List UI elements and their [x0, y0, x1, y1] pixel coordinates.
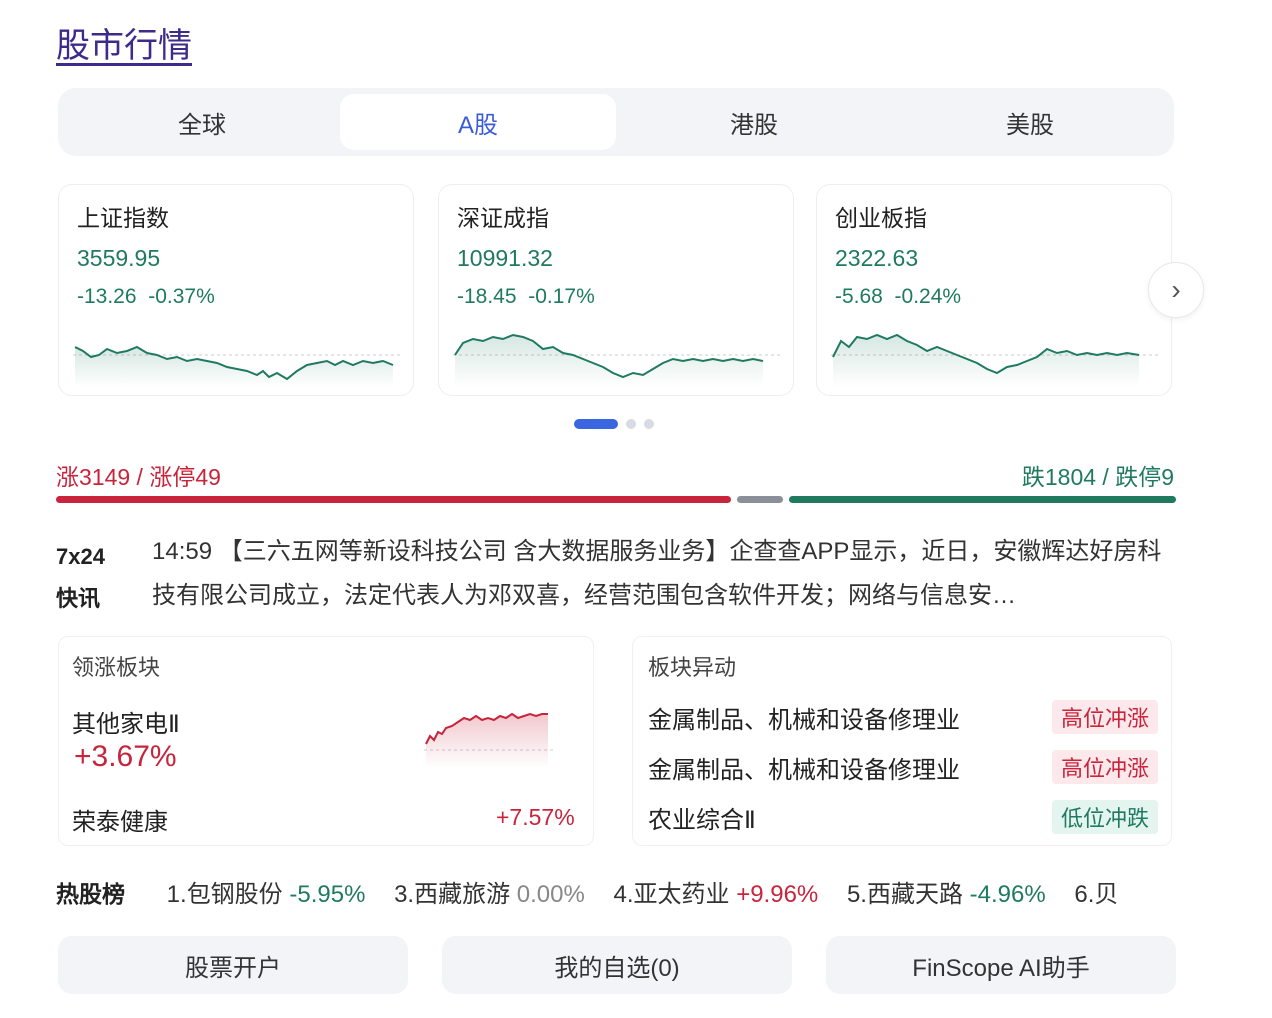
hot-stocks-label: 热股榜	[56, 881, 125, 907]
carousel-dot[interactable]	[574, 419, 618, 429]
sector-movement-title: 板块异动	[648, 655, 737, 680]
tab-us[interactable]: 美股	[892, 94, 1168, 150]
ai-assistant-button[interactable]: FinScope AI助手	[826, 936, 1176, 994]
index-name: 深证成指	[457, 205, 549, 231]
breadth-bar-flat	[737, 496, 783, 503]
leading-sector-sparkline	[424, 712, 554, 768]
carousel-indicator	[574, 419, 654, 429]
sparkline-sz	[453, 333, 783, 387]
tab-global[interactable]: 全球	[64, 94, 340, 150]
breadth-bar-down	[789, 496, 1176, 503]
hot-stock-item[interactable]: 3.西藏旅游 0.00%	[394, 874, 585, 909]
movement-sector-name[interactable]: 金属制品、机械和设备修理业	[648, 750, 960, 785]
page-title[interactable]: 股市行情	[56, 18, 192, 67]
index-change: -5.68 -0.24%	[835, 285, 962, 308]
news-ticker-text[interactable]: 14:59 【三六五网等新设科技公司 含大数据服务业务】企查查APP显示，近日，…	[152, 530, 1172, 618]
watchlist-button[interactable]: 我的自选(0)	[442, 936, 792, 994]
hot-stock-item[interactable]: 1.包钢股份 -5.95%	[167, 874, 366, 909]
index-value: 2322.63	[835, 245, 919, 271]
leading-sector-pct: +3.67%	[74, 740, 177, 773]
leading-sector-name: 其他家电Ⅱ	[72, 711, 180, 738]
chevron-right-icon: ›	[1171, 274, 1181, 305]
leading-sector-title: 领涨板块	[72, 655, 161, 680]
movement-tag: 低位冲跌	[1052, 800, 1158, 834]
sparkline-cyb	[831, 333, 1161, 387]
index-name: 创业板指	[835, 205, 927, 231]
breadth-bar-up	[56, 496, 731, 503]
hot-stock-item[interactable]: 4.亚太药业 +9.96%	[614, 874, 819, 909]
index-card-sh[interactable]: 上证指数 3559.95 -13.26 -0.37%	[58, 184, 414, 396]
hot-stock-item[interactable]: 6.贝	[1074, 874, 1118, 909]
decliners-count: 跌1804 / 跌停9	[1021, 464, 1174, 490]
index-value: 10991.32	[457, 245, 553, 271]
news-label: 7x24 快讯	[56, 544, 105, 611]
index-card-cyb[interactable]: 创业板指 2322.63 -5.68 -0.24%	[816, 184, 1172, 396]
tab-a-share[interactable]: A股	[340, 94, 616, 150]
index-change: -13.26 -0.37%	[77, 285, 215, 308]
movement-tag: 高位冲涨	[1052, 750, 1158, 784]
sparkline-sh	[73, 345, 403, 387]
carousel-dot[interactable]	[626, 419, 636, 429]
movement-tag: 高位冲涨	[1052, 700, 1158, 734]
advancers-count: 涨3149 / 涨停49	[56, 464, 221, 490]
tab-hk[interactable]: 港股	[616, 94, 892, 150]
market-tabs: 全球 A股 港股 美股	[58, 88, 1174, 156]
hot-stock-item[interactable]: 5.西藏天路 -4.96%	[847, 874, 1046, 909]
hot-stocks-ticker: 热股榜 1.包钢股份 -5.95% 3.西藏旅游 0.00% 4.亚太药业 +9…	[56, 874, 1176, 914]
leading-stock-name[interactable]: 荣泰健康	[72, 802, 168, 837]
index-cards: 上证指数 3559.95 -13.26 -0.37% 深证成指 10991.32…	[58, 184, 1174, 396]
index-name: 上证指数	[77, 205, 169, 231]
carousel-next-button[interactable]: ›	[1148, 262, 1204, 318]
movement-sector-name[interactable]: 农业综合Ⅱ	[648, 800, 756, 835]
open-account-button[interactable]: 股票开户	[58, 936, 408, 994]
index-card-sz[interactable]: 深证成指 10991.32 -18.45 -0.17%	[438, 184, 794, 396]
index-change: -18.45 -0.17%	[457, 285, 595, 308]
carousel-dot[interactable]	[644, 419, 654, 429]
movement-sector-name[interactable]: 金属制品、机械和设备修理业	[648, 700, 960, 735]
index-value: 3559.95	[77, 245, 161, 271]
leading-stock-pct: +7.57%	[496, 804, 575, 830]
